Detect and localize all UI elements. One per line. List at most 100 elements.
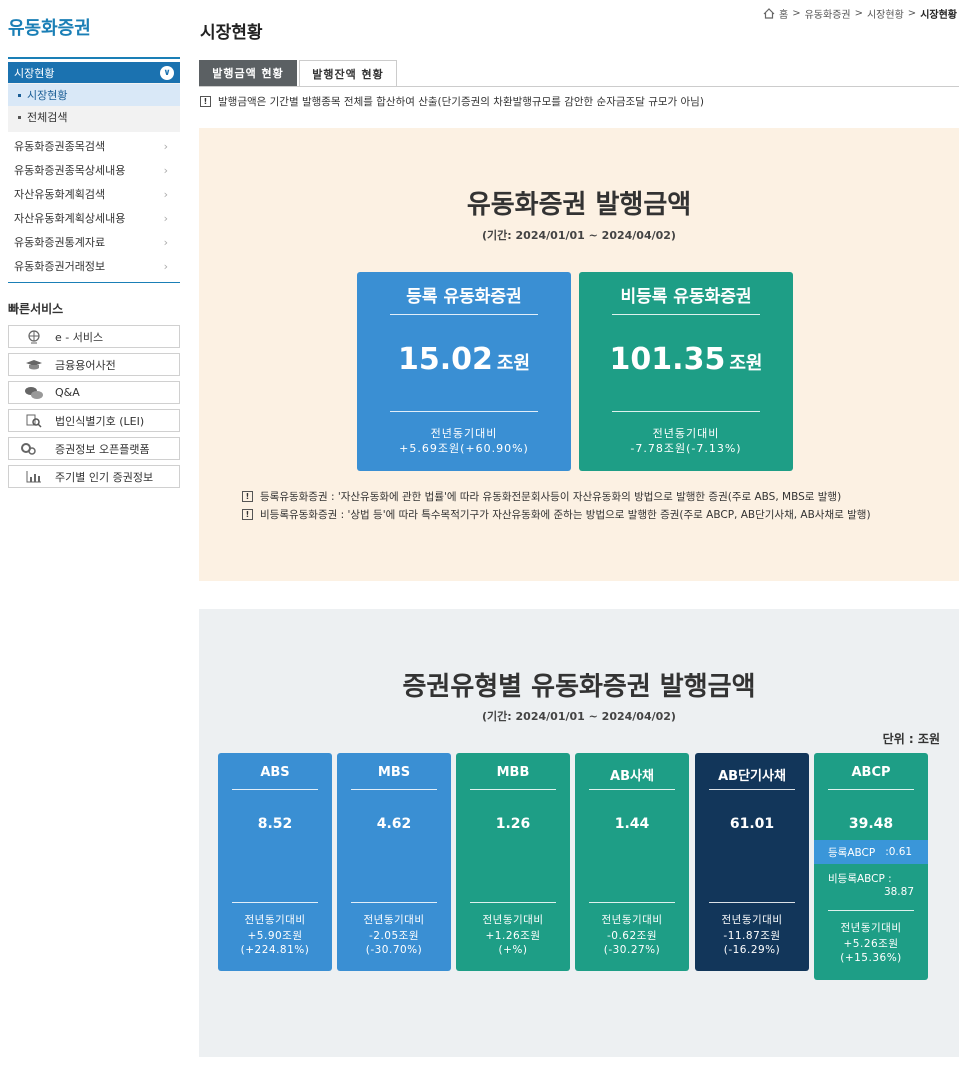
chat-bubbles-icon (21, 386, 47, 400)
home-icon[interactable] (763, 8, 775, 19)
tab-issue-balance[interactable]: 발행잔액 현황 (299, 60, 397, 86)
abcp-unregistered-value: 38.87 (883, 886, 914, 898)
unit-label: 단위 : 조원 (882, 732, 940, 746)
sidebar-sub-item-market[interactable]: 시장현황 (8, 84, 180, 106)
card-change-amount: +5.90조원 (247, 930, 303, 942)
globe-icon (21, 329, 47, 344)
info-icon: ! (200, 96, 211, 107)
card-value-number: 101.35 (609, 342, 726, 377)
card-change-percent: (-16.29%) (723, 944, 781, 956)
divider (470, 902, 556, 903)
divider (351, 902, 437, 903)
type-card-abcp: ABCP 39.48 등록ABCP :0.61 비등록ABCP : 38.87 … (814, 753, 928, 980)
breadcrumb-abs[interactable]: 유동화증권 (805, 6, 851, 21)
sidebar-sub-item-label: 전체검색 (27, 111, 68, 124)
gears-api-icon (21, 442, 47, 456)
sidebar-sub-item-search[interactable]: 전체검색 (8, 106, 180, 128)
card-change-percent: (+15.36%) (840, 952, 902, 964)
breadcrumb-home[interactable]: 홈 (779, 6, 788, 21)
divider (232, 902, 318, 903)
card-value: 1.26 (495, 816, 531, 832)
sidebar-item-issue-detail[interactable]: 유동화증권종목상세내용 › (8, 158, 180, 182)
info-icon: ! (242, 508, 253, 520)
abcp-registered-value: :0.61 (885, 846, 913, 858)
definition-text: 등록유동화증권 : '자산유동화에 관한 법률'에 따라 유동화전문회사등이 자… (260, 490, 842, 503)
breadcrumb-market[interactable]: 시장현황 (867, 6, 904, 21)
card-change-label: 전년동기대비 (652, 427, 720, 440)
card-change: +5.69조원(+60.90%) (399, 442, 529, 455)
card-change-label: 전년동기대비 (482, 914, 544, 926)
divider (828, 910, 914, 911)
card-change-amount: -2.05조원 (369, 930, 419, 942)
card-change-percent: (+%) (498, 944, 528, 956)
sidebar-item-label: 유동화증권거래정보 (14, 260, 106, 273)
section-title: 유동화증권 발행금액 (466, 190, 692, 220)
abcp-registered-row: 등록ABCP :0.61 (814, 840, 928, 864)
quick-button-glossary[interactable]: 금융용어사전 (8, 353, 180, 376)
definition-row: ! 비등록유동화증권 : '상법 등'에 따라 특수목적기구가 자산유동화에 준하… (242, 505, 871, 523)
divider (612, 411, 760, 412)
card-value: 101.35 조원 (579, 342, 793, 377)
breadcrumb-separator: > (907, 8, 917, 19)
sidebar-sub-list: 시장현황 전체검색 (8, 83, 180, 132)
quick-button-label: e - 서비스 (55, 330, 104, 344)
card-value: 39.48 (848, 816, 894, 832)
registered-card: 등록 유동화증권 15.02 조원 전년동기대비 +5.69조원(+60.90%) (357, 272, 571, 471)
sidebar-section-toggle[interactable]: 시장현황 ∨ (8, 62, 180, 83)
type-card-abs: ABS 8.52 전년동기대비 +5.90조원 (+224.81%) (218, 753, 332, 971)
card-value: 61.01 (729, 816, 775, 832)
breadcrumb: 홈 > 유동화증권 > 시장현황 > 시장현황 (763, 6, 957, 21)
abcp-unregistered-label: 비등록ABCP : (828, 873, 892, 885)
card-value-unit: 조원 (496, 353, 531, 374)
divider (351, 789, 437, 790)
sidebar-item-label: 자산유동화계획검색 (14, 188, 106, 201)
card-change-label: 전년동기대비 (363, 914, 425, 926)
divider (709, 789, 795, 790)
section-title: 증권유형별 유동화증권 발행금액 (402, 672, 756, 702)
card-change-label: 전년동기대비 (430, 427, 498, 440)
divider (8, 282, 180, 283)
issue-amount-panel: 유동화증권 발행금액 (기간: 2024/01/01 ~ 2024/04/02)… (199, 128, 959, 581)
chevron-right-icon: › (163, 139, 168, 153)
sidebar-item-trading[interactable]: 유동화증권거래정보 › (8, 254, 180, 278)
sidebar-item-plan-detail[interactable]: 자산유동화계획상세내용 › (8, 206, 180, 230)
card-title: 비등록 유동화증권 (620, 287, 752, 307)
card-title: AB사채 (610, 769, 654, 784)
divider (612, 314, 760, 315)
card-title: AB단기사채 (718, 769, 786, 784)
quick-button-label: 증권정보 오픈플랫폼 (55, 442, 150, 456)
card-change-percent: (-30.27%) (603, 944, 661, 956)
graduation-cap-icon (21, 358, 47, 372)
bullet-icon (18, 93, 21, 97)
sidebar-item-label: 자산유동화계획상세내용 (14, 212, 126, 225)
card-title: MBB (496, 765, 530, 780)
divider (390, 314, 538, 315)
definition-text: 비등록유동화증권 : '상법 등'에 따라 특수목적기구가 자산유동화에 준하는… (260, 508, 871, 521)
sidebar-item-statistics[interactable]: 유동화증권통계자료 › (8, 230, 180, 254)
sidebar-sub-item-label: 시장현황 (27, 89, 68, 102)
tab-issue-amount[interactable]: 발행금액 현황 (199, 60, 297, 86)
sidebar-item-plan-search[interactable]: 자산유동화계획검색 › (8, 182, 180, 206)
type-card-mbs: MBS 4.62 전년동기대비 -2.05조원 (-30.70%) (337, 753, 451, 971)
chevron-right-icon: › (163, 163, 168, 177)
type-amount-panel: 증권유형별 유동화증권 발행금액 (기간: 2024/01/01 ~ 2024/… (199, 609, 959, 1057)
quick-button-open-platform[interactable]: 증권정보 오픈플랫폼 (8, 437, 180, 460)
quick-button-eservice[interactable]: e - 서비스 (8, 325, 180, 348)
chevron-right-icon: › (163, 235, 168, 249)
card-change-label: 전년동기대비 (721, 914, 783, 926)
chevron-down-icon: ∨ (160, 65, 174, 80)
quick-button-lei[interactable]: 법인식별기호 (LEI) (8, 409, 180, 432)
sidebar-section-label: 시장현황 (14, 66, 55, 80)
divider (589, 902, 675, 903)
divider (589, 789, 675, 790)
notice-text: 발행금액은 기간별 발행종목 전체를 합산하여 산출(단기증권의 차환발행규모를… (218, 96, 704, 108)
sidebar-item-issue-search[interactable]: 유동화증권종목검색 › (8, 134, 180, 158)
chevron-right-icon: › (163, 259, 168, 273)
bar-chart-icon (21, 470, 47, 484)
quick-button-qna[interactable]: Q&A (8, 381, 180, 404)
quick-button-popular-info[interactable]: 주기별 인기 증권정보 (8, 465, 180, 488)
page-title: 시장현황 (200, 23, 263, 43)
sidebar-brand[interactable]: 유동화증권 (8, 14, 180, 40)
type-card-ab-bond: AB사채 1.44 전년동기대비 -0.62조원 (-30.27%) (575, 753, 689, 971)
divider (709, 902, 795, 903)
